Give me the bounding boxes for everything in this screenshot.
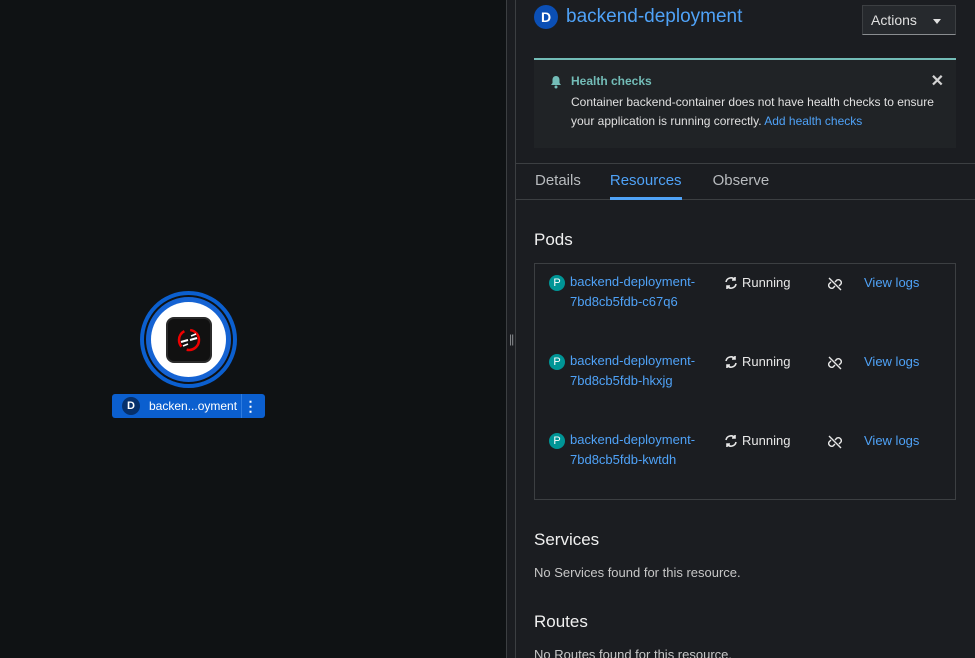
services-empty-message: No Services found for this resource.	[534, 565, 741, 580]
pod-name-link[interactable]: backend-deployment-7bd8cb5fdb-c67q6	[570, 272, 700, 312]
side-panel: D backend-deployment Actions Health chec…	[516, 0, 975, 658]
caret-down-icon	[933, 19, 941, 24]
pod-badge: P	[549, 354, 565, 370]
pod-name-link[interactable]: backend-deployment-7bd8cb5fdb-kwtdh	[570, 430, 700, 470]
pod-row: P backend-deployment-7bd8cb5fdb-c67q6 Ru…	[535, 264, 955, 343]
pod-badge: P	[549, 275, 565, 291]
actions-label: Actions	[871, 12, 917, 28]
view-logs-link[interactable]: View logs	[864, 354, 919, 369]
pod-status: Running	[742, 354, 791, 369]
pod-name-link[interactable]: backend-deployment-7bd8cb5fdb-hkxjg	[570, 351, 700, 391]
unlink-icon	[828, 277, 842, 291]
deployment-badge: D	[122, 397, 140, 415]
sync-icon	[725, 435, 737, 447]
deployment-node-name: backen...oyment	[149, 399, 238, 413]
tab-resources[interactable]: Resources	[609, 164, 682, 200]
pod-badge: P	[549, 433, 565, 449]
kebab-menu-icon[interactable]: ⋮	[241, 394, 259, 418]
tab-observe[interactable]: Observe	[713, 164, 770, 199]
grip-icon: ||	[509, 332, 514, 346]
panel-title[interactable]: backend-deployment	[566, 6, 742, 28]
tab-details[interactable]: Details	[535, 164, 581, 199]
panel-tabs: Details Resources Observe	[516, 163, 975, 200]
routes-empty-message: No Routes found for this resource.	[534, 647, 732, 658]
pods-heading: Pods	[534, 230, 573, 249]
add-health-checks-link[interactable]: Add health checks	[764, 114, 862, 128]
app-root: D backen...oyment ⋮ || D backend-deploym…	[0, 0, 975, 658]
sync-icon	[725, 277, 737, 289]
alert-body: Container backend-container does not hav…	[571, 93, 942, 131]
unlink-icon	[828, 435, 842, 449]
alert-message: Container backend-container does not hav…	[571, 95, 934, 128]
panel-header: D backend-deployment	[534, 5, 742, 29]
openshift-logo-icon	[165, 316, 212, 363]
close-icon[interactable]: ✕	[931, 74, 944, 90]
pod-row: P backend-deployment-7bd8cb5fdb-hkxjg Ru…	[535, 343, 955, 422]
topology-canvas[interactable]: D backen...oyment ⋮	[0, 0, 506, 658]
routes-heading: Routes	[534, 612, 588, 631]
pod-status: Running	[742, 433, 791, 448]
bell-icon	[551, 76, 561, 89]
unlink-icon	[828, 356, 842, 370]
deployment-node-label[interactable]: D backen...oyment ⋮	[112, 394, 265, 418]
view-logs-link[interactable]: View logs	[864, 275, 919, 290]
panel-resize-handle[interactable]: ||	[506, 0, 516, 658]
health-checks-alert: Health checks Container backend-containe…	[534, 58, 956, 148]
sync-icon	[725, 356, 737, 368]
deployment-badge: D	[534, 5, 558, 29]
deployment-node-ring	[144, 295, 233, 384]
pod-status: Running	[742, 275, 791, 290]
pods-list: P backend-deployment-7bd8cb5fdb-c67q6 Ru…	[534, 263, 956, 500]
alert-title: Health checks	[571, 74, 652, 88]
actions-dropdown[interactable]: Actions	[862, 5, 956, 35]
view-logs-link[interactable]: View logs	[864, 433, 919, 448]
deployment-node[interactable]	[140, 291, 237, 388]
deployment-node-core	[151, 302, 226, 377]
pod-row: P backend-deployment-7bd8cb5fdb-kwtdh Ru…	[535, 422, 955, 501]
services-heading: Services	[534, 530, 600, 549]
